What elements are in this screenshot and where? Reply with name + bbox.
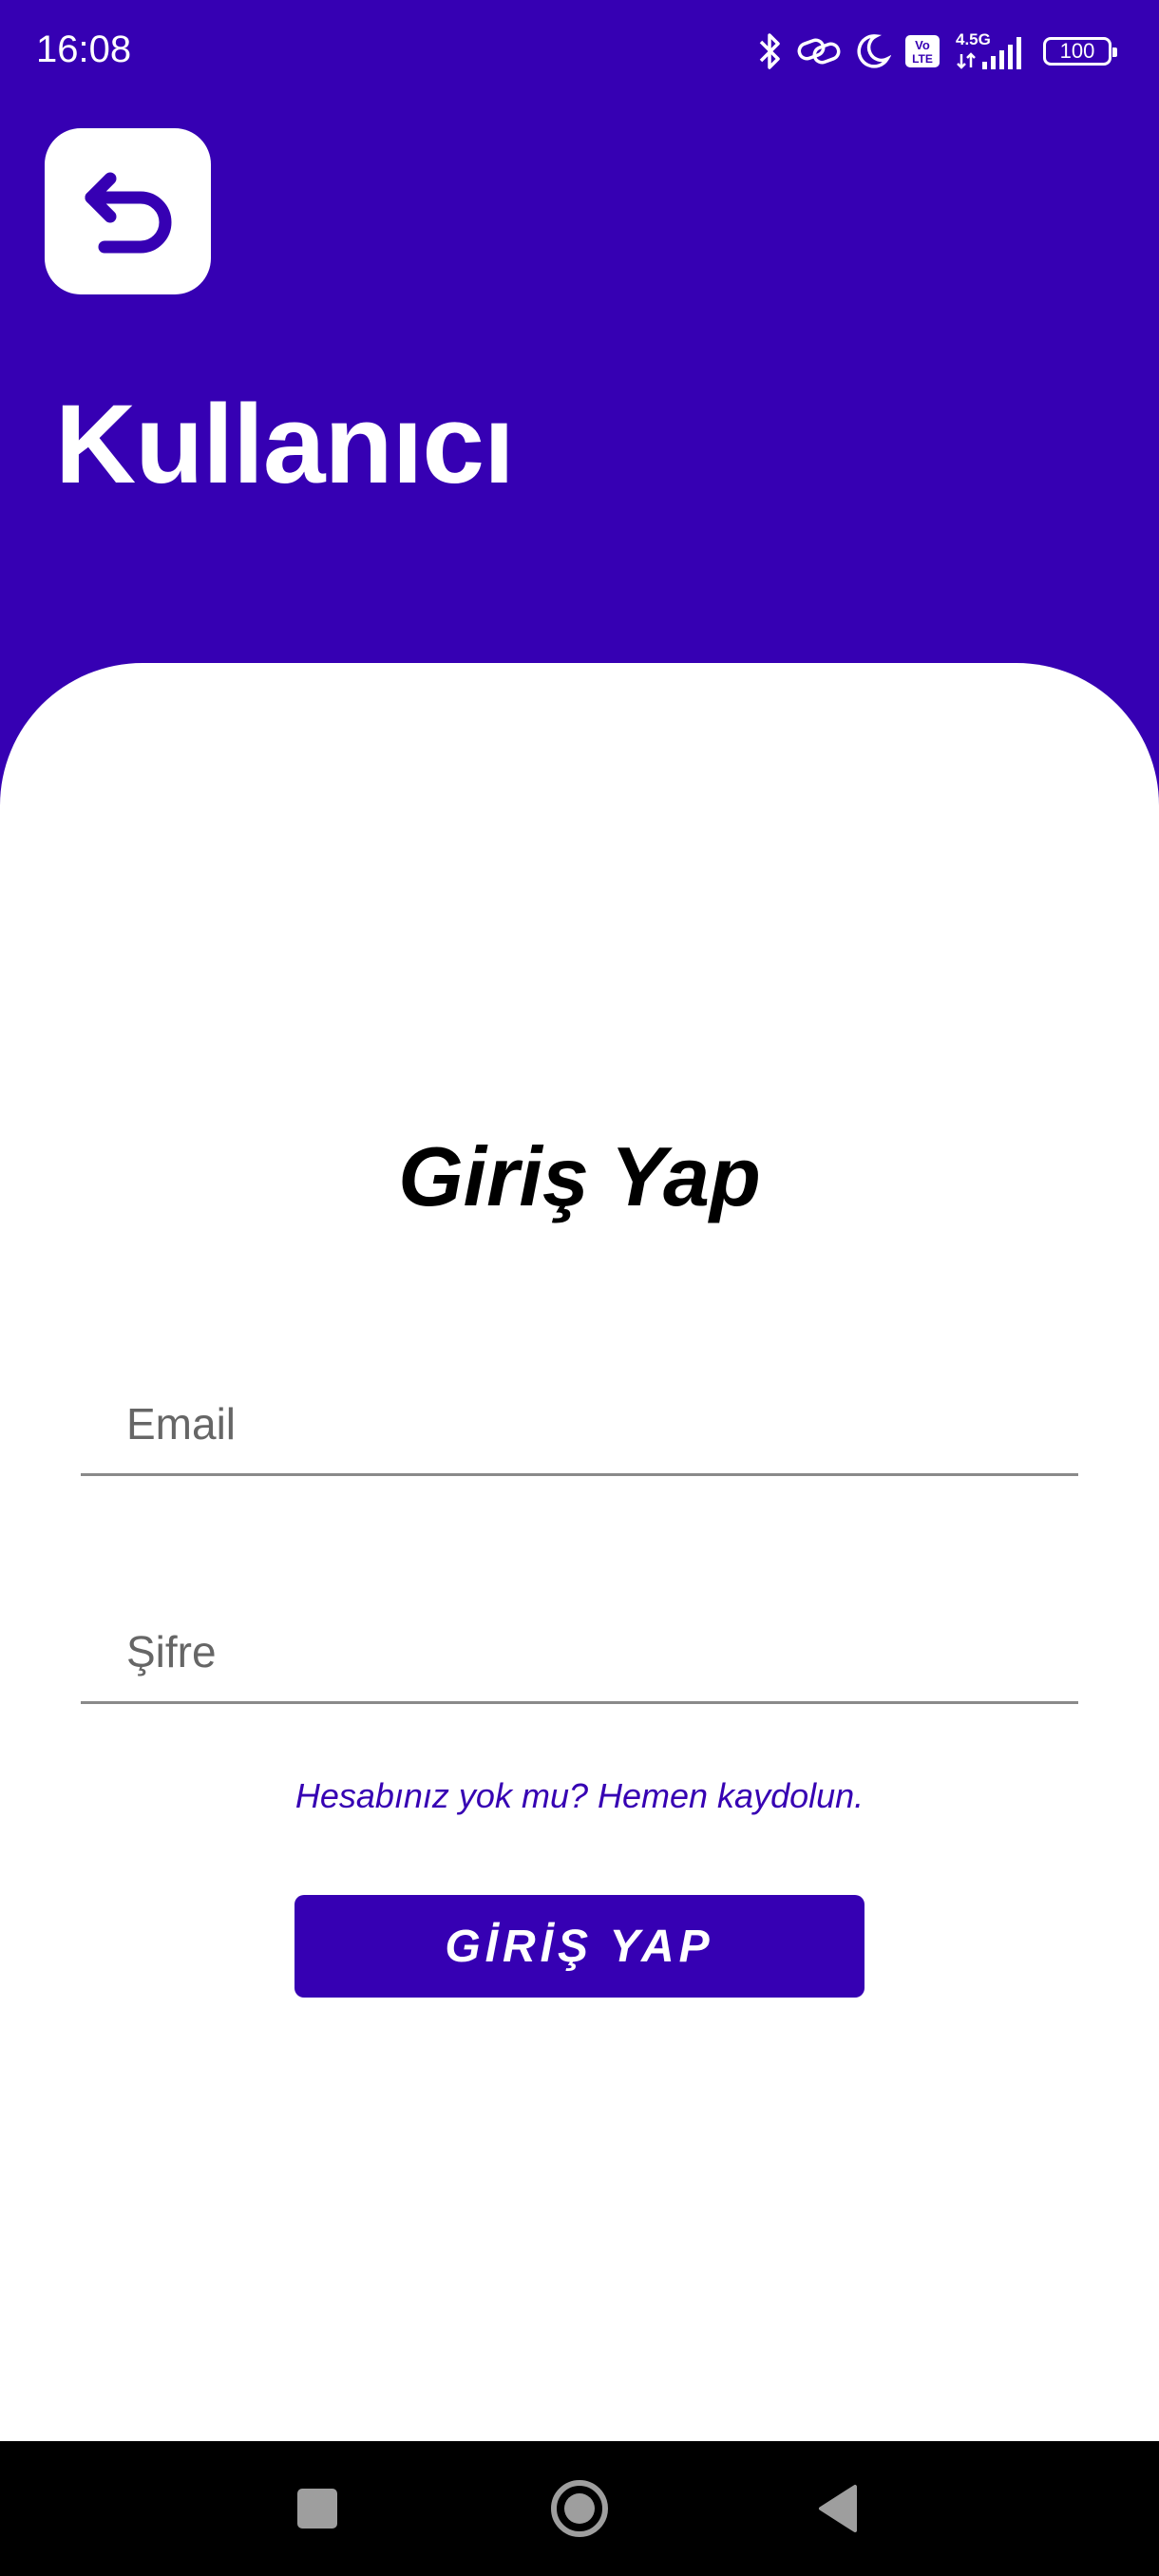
page-title: Kullanıcı <box>55 382 515 507</box>
email-input[interactable] <box>126 1391 1038 1457</box>
status-time: 16:08 <box>36 28 132 70</box>
moon-icon <box>857 34 891 68</box>
battery-icon: 100 <box>1043 37 1117 66</box>
circle-home-icon[interactable] <box>546 2475 613 2542</box>
signal-icon: 4.5G <box>956 30 1021 69</box>
return-arrow-icon <box>85 172 171 253</box>
password-field[interactable] <box>81 1590 1078 1704</box>
status-icons: Vo LTE 4.5G 100 <box>758 27 1117 76</box>
email-field[interactable] <box>81 1362 1078 1476</box>
login-button[interactable]: GİRİŞ YAP <box>294 1895 864 1998</box>
password-input[interactable] <box>126 1619 1038 1685</box>
svg-text:4.5G: 4.5G <box>956 30 991 48</box>
triangle-back-icon[interactable] <box>808 2475 874 2542</box>
square-recents-icon[interactable] <box>284 2475 351 2542</box>
signup-link[interactable]: Hesabınız yok mu? Hemen kaydolun. <box>0 1776 1159 1816</box>
back-button[interactable] <box>45 128 211 294</box>
bluetooth-icon <box>759 33 780 69</box>
svg-text:LTE: LTE <box>912 52 933 66</box>
system-nav-bar <box>0 2441 1159 2576</box>
svg-text:Vo: Vo <box>915 38 930 52</box>
battery-level: 100 <box>1059 39 1095 63</box>
status-bar: 16:08 Vo LTE 4.5G 100 <box>0 0 1159 104</box>
volte-icon: Vo LTE <box>905 35 940 67</box>
login-sheet: Giriş Yap Hesabınız yok mu? Hemen kaydol… <box>0 663 1159 2441</box>
link-icon <box>797 38 841 65</box>
form-title: Giriş Yap <box>398 1129 761 1223</box>
